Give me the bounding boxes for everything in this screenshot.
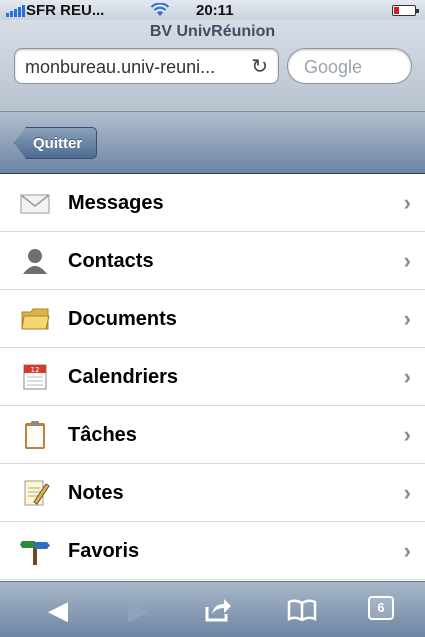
list-item-label: Calendriers [68,366,179,388]
list-item-label: Messages [68,192,164,214]
list-item-calendars[interactable]: 12 Calendriers › [0,348,425,406]
url-text: monbureau.univ-reuni... [25,57,216,77]
navigation-bar: Quitter [0,112,425,174]
menu-list: Messages › Contacts › Documents › 12 Cal… [0,174,425,580]
list-item-contacts[interactable]: Contacts › [0,232,425,290]
list-item-tasks[interactable]: Tâches › [0,406,425,464]
list-item-label: Tâches [68,424,137,446]
signpost-icon [20,536,50,566]
chevron-right-icon: › [403,364,411,389]
person-icon [20,246,50,276]
list-item-notes[interactable]: Notes › [0,464,425,522]
chevron-right-icon: › [403,306,411,331]
list-item-messages[interactable]: Messages › [0,174,425,232]
chevron-right-icon: › [403,190,411,215]
list-item-documents[interactable]: Documents › [0,290,425,348]
list-item-favorites[interactable]: Favoris › [0,522,425,580]
svg-text:12: 12 [31,366,40,374]
chevron-right-icon: › [403,248,411,273]
bookmarks-icon[interactable] [282,594,322,626]
share-icon[interactable] [198,594,238,626]
notepad-icon [20,478,50,508]
list-item-label: Favoris [68,540,140,562]
forward-arrow-icon[interactable]: ▶ [118,594,158,626]
chevron-right-icon: › [403,538,411,563]
page-title: BV UnivRéunion [149,23,276,40]
folder-icon [20,304,50,334]
list-item-label: Documents [68,308,177,330]
reload-icon[interactable]: ↻ [251,54,268,79]
calendar-icon: 12 [20,362,50,392]
search-field[interactable]: Google [287,48,412,84]
signal-strength-icon [6,5,26,17]
list-item-label: Contacts [68,250,154,272]
browser-toolbar: ◀ ▶ 6 [0,581,425,637]
clock: 20:11 [196,2,234,19]
back-arrow-icon[interactable]: ◀ [38,594,78,626]
envelope-icon [20,188,50,218]
url-field[interactable]: monbureau.univ-reuni... ↻ [14,48,279,84]
wifi-icon [150,2,170,21]
status-bar: SFR REU... 20:11 [0,0,425,20]
quit-button[interactable]: Quitter [14,127,98,159]
carrier-name: SFR REU... [26,2,105,19]
browser-chrome: BV UnivRéunion monbureau.univ-reuni... ↻… [0,20,425,112]
clipboard-icon [20,420,50,450]
chevron-right-icon: › [403,480,411,505]
chevron-right-icon: › [403,422,411,447]
battery-icon [392,5,419,16]
tabs-button[interactable]: 6 [368,596,394,620]
list-item-label: Notes [68,482,124,504]
